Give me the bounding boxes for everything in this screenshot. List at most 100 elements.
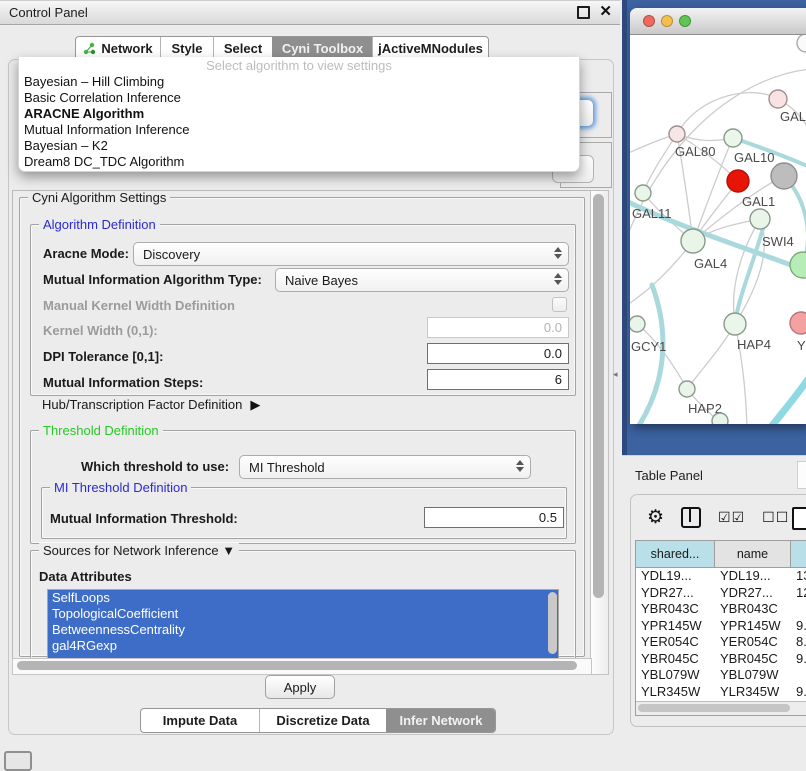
gear-icon[interactable]: ⚙	[647, 508, 664, 527]
tab-impute-data[interactable]: Impute Data	[141, 709, 259, 732]
network-node[interactable]	[669, 126, 685, 142]
table-body: YDL19...YDL19...13YDR27...YDR27...12YBR0…	[636, 568, 806, 705]
algorithm-option[interactable]: Dream8 DC_TDC Algorithm	[19, 154, 579, 170]
algorithm-option[interactable]: Mutual Information Inference	[19, 122, 579, 138]
network-node[interactable]	[724, 313, 746, 335]
mi-threshold-label: Mutual Information Threshold:	[50, 511, 238, 526]
split-pane-handle-icon[interactable]: ◂	[613, 369, 618, 380]
table-cell: 9.	[791, 618, 806, 635]
table-cell: YBL079W	[636, 667, 715, 684]
network-node[interactable]	[769, 90, 787, 108]
network-node[interactable]	[681, 229, 705, 253]
network-node[interactable]	[790, 312, 806, 334]
chevron-down-icon[interactable]: ▼	[222, 543, 235, 558]
scrollbar-thumb[interactable]	[593, 194, 604, 598]
network-node[interactable]	[797, 35, 806, 52]
network-node[interactable]	[712, 413, 728, 424]
table-row[interactable]: YDR27...YDR27...12	[636, 585, 806, 602]
table-row[interactable]: YLR345WYLR345W9.	[636, 684, 806, 701]
network-node[interactable]	[724, 129, 742, 147]
close-panel-icon[interactable]: ✕	[599, 5, 612, 19]
minimize-traffic-light[interactable]	[661, 15, 673, 27]
node-label: GAL10	[734, 150, 774, 165]
select-all-checkboxes-icon[interactable]: ☑☑	[718, 509, 745, 526]
control-panel-titlebar: Control Panel ✕	[0, 0, 620, 25]
scrollbar-thumb[interactable]	[17, 661, 577, 670]
kernel-width-field[interactable]: 0.0	[427, 317, 569, 338]
zoom-traffic-light[interactable]	[679, 15, 691, 27]
threshold-definition-title: Threshold Definition	[39, 423, 163, 438]
chevron-right-icon: ▶	[250, 397, 260, 413]
attribute-item[interactable]: SelfLoops	[48, 590, 558, 606]
algorithm-option[interactable]: Basic Correlation Inference	[19, 90, 579, 106]
dpi-tolerance-field[interactable]: 0.0	[427, 343, 569, 364]
network-window-titlebar[interactable]	[630, 8, 806, 35]
settings-horizontal-scrollbar[interactable]	[12, 658, 592, 675]
network-node[interactable]	[630, 316, 645, 332]
attribute-item[interactable]: BetweennessCentrality	[48, 622, 558, 638]
tab-label: Select	[224, 41, 262, 56]
table-row[interactable]: YER054CYER054C8.	[636, 634, 806, 651]
table-row[interactable]: YBR043CYBR043C	[636, 601, 806, 618]
which-threshold-select[interactable]: MI Threshold	[239, 455, 531, 479]
tab-discretize-data[interactable]: Discretize Data	[259, 709, 386, 732]
minimized-panel-button[interactable]	[4, 751, 32, 771]
table-cell: 12	[791, 585, 806, 602]
column-header-partial[interactable]	[791, 541, 806, 567]
attribute-item[interactable]: TopologicalCoefficient	[48, 606, 558, 622]
data-attributes-list[interactable]: SelfLoopsTopologicalCoefficientBetweenne…	[47, 589, 559, 660]
manual-kernel-checkbox[interactable]	[552, 297, 567, 312]
tab-label: Discretize Data	[276, 713, 369, 728]
node-label: GAL1	[742, 194, 775, 209]
table-cell: YDR27...	[715, 585, 791, 602]
apply-button[interactable]: Apply	[265, 675, 335, 699]
combo-stepper-icon	[553, 273, 563, 285]
float-panel-icon[interactable]	[577, 6, 590, 19]
kernel-width-label: Kernel Width (0,1):	[43, 323, 158, 338]
network-node[interactable]	[771, 163, 797, 189]
cyni-settings-title: Cyni Algorithm Settings	[28, 190, 170, 205]
table-cell: 8.	[791, 634, 806, 651]
tab-label: Cyni Toolbox	[282, 41, 363, 56]
table-cell: YBR043C	[715, 601, 791, 618]
table-row[interactable]: YDL19...YDL19...13	[636, 568, 806, 585]
mi-threshold-field[interactable]: 0.5	[424, 507, 564, 528]
list-scrollbar[interactable]	[548, 592, 557, 654]
table-cell: YER054C	[715, 634, 791, 651]
network-canvas[interactable]: GALGAL80GAL10GAL1GAL11SWI4GAL4GCY1HAP4YH…	[630, 35, 806, 424]
network-node[interactable]	[679, 381, 695, 397]
hub-definition-expander[interactable]: Hub/Transcription Factor Definition▶	[42, 397, 260, 413]
mi-type-select[interactable]: Naive Bayes	[275, 268, 569, 292]
table-cell: 13	[791, 568, 806, 585]
threshold-definition-group: Threshold Definition Which threshold to …	[30, 430, 576, 544]
network-window[interactable]: GALGAL80GAL10GAL1GAL11SWI4GAL4GCY1HAP4YH…	[630, 8, 806, 424]
aracne-mode-select[interactable]: Discovery	[133, 242, 569, 266]
algorithm-option[interactable]: ARACNE Algorithm	[19, 106, 579, 122]
tab-label: Infer Network	[399, 713, 482, 728]
algorithm-option[interactable]: Bayesian – Hill Climbing	[19, 74, 579, 90]
mi-steps-field[interactable]: 6	[427, 369, 569, 390]
column-header-shared-name[interactable]: shared...	[636, 541, 715, 567]
network-node[interactable]	[727, 170, 749, 192]
network-node[interactable]	[790, 252, 806, 278]
network-node[interactable]	[635, 185, 651, 201]
mi-type-value: Naive Bayes	[285, 273, 358, 288]
table-cell: YBR045C	[636, 651, 715, 668]
table-row[interactable]: YBL079WYBL079W	[636, 667, 806, 684]
table-row[interactable]: YPR145WYPR145W9.	[636, 618, 806, 635]
table-row[interactable]: YBR045CYBR045C9.	[636, 651, 806, 668]
attribute-item[interactable]: gal4RGexp	[48, 638, 558, 654]
settings-vertical-scrollbar[interactable]	[590, 190, 609, 675]
columns-icon[interactable]	[681, 507, 701, 528]
export-table-icon[interactable]	[792, 507, 806, 530]
close-traffic-light[interactable]	[643, 15, 655, 27]
node-table[interactable]: shared... name YDL19...YDL19...13YDR27..…	[635, 540, 806, 716]
network-node[interactable]	[750, 209, 770, 229]
algorithm-option[interactable]: Bayesian – K2	[19, 138, 579, 154]
column-header-name[interactable]: name	[715, 541, 791, 567]
scrollbar-thumb[interactable]	[638, 704, 790, 712]
tab-infer-network[interactable]: Infer Network	[386, 709, 495, 732]
table-horizontal-scrollbar[interactable]	[636, 701, 806, 715]
deselect-all-checkboxes-icon[interactable]: ☐☐	[762, 509, 789, 526]
table-cell: YBL079W	[715, 667, 791, 684]
